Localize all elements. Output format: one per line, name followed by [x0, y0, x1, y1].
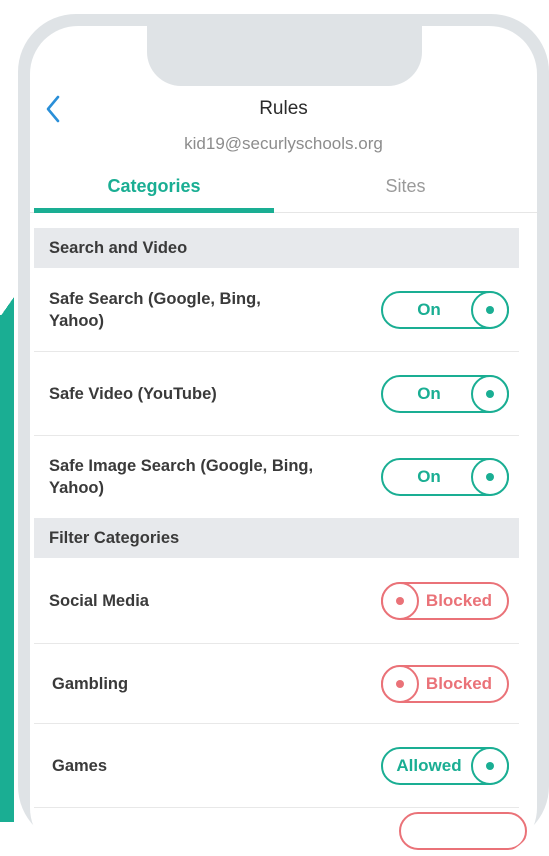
phone-screen: Rules kid19@securlyschools.org Categorie…	[30, 26, 537, 856]
section-header-search-and-video: Search and Video	[34, 228, 519, 268]
rule-label: Safe Image Search (Google, Bing, Yahoo)	[49, 457, 314, 497]
rule-toggle-social-media[interactable]: Blocked	[381, 581, 509, 620]
rule-row-safe-video: Safe Video (YouTube) On	[34, 352, 519, 436]
active-tab-indicator	[34, 208, 274, 213]
page-title: Rules	[259, 98, 308, 119]
toggle-state-label: Allowed	[396, 755, 462, 775]
rule-toggle-partial[interactable]	[399, 812, 527, 850]
rule-row-games: Games Allowed	[34, 724, 519, 808]
phone-notch	[147, 26, 422, 86]
toggle-knob-icon	[471, 458, 509, 496]
toggle-knob-icon	[381, 581, 419, 620]
phone-frame: Rules kid19@securlyschools.org Categorie…	[18, 14, 549, 856]
rule-label: Gambling	[52, 674, 129, 693]
decorative-teal-strip	[0, 297, 14, 822]
toggle-state-label: On	[417, 299, 441, 319]
toggle-knob-icon	[471, 746, 509, 785]
rule-row-gambling: Gambling Blocked	[34, 644, 519, 724]
rule-toggle-safe-image-search[interactable]: On	[381, 458, 509, 496]
toggle-knob-icon	[471, 374, 509, 413]
toggle-knob-icon	[381, 664, 419, 703]
rule-toggle-games[interactable]: Allowed	[381, 746, 509, 785]
rule-label: Social Media	[49, 591, 149, 610]
toggle-state-label: Blocked	[425, 673, 493, 693]
rule-row-safe-image-search: Safe Image Search (Google, Bing, Yahoo) …	[34, 436, 519, 518]
rule-row-safe-search: Safe Search (Google, Bing, Yahoo) On	[34, 268, 519, 352]
tab-sites[interactable]: Sites	[274, 176, 537, 212]
account-email: kid19@securlyschools.org	[184, 134, 383, 153]
tab-categories[interactable]: Categories	[34, 176, 274, 212]
toggle-state-label: On	[417, 383, 441, 403]
rule-label: Safe Video (YouTube)	[49, 384, 217, 403]
toggle-state-label: Blocked	[425, 590, 493, 610]
rule-label: Games	[52, 756, 108, 775]
rule-row-social-media: Social Media Blocked	[34, 558, 519, 644]
rule-toggle-gambling[interactable]: Blocked	[381, 664, 509, 703]
toggle-knob-icon	[471, 290, 509, 329]
rule-toggle-safe-search[interactable]: On	[381, 290, 509, 329]
toggle-state-label: On	[417, 467, 441, 486]
rule-label: Safe Search (Google, Bing, Yahoo)	[49, 289, 261, 330]
rule-toggle-safe-video[interactable]: On	[381, 374, 509, 413]
section-header-filter-categories: Filter Categories	[34, 518, 519, 558]
